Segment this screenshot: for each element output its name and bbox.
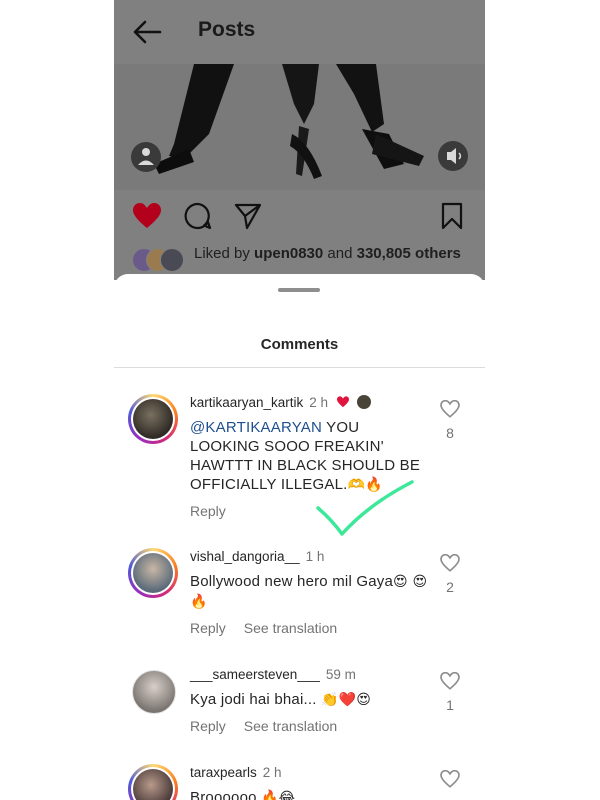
liked-by-username[interactable]: upen0830 xyxy=(254,245,323,262)
comment-actions: Reply See translation xyxy=(190,718,430,734)
comment-time: 2 h xyxy=(309,395,329,410)
comment-like xyxy=(436,769,464,793)
heart-outline-icon[interactable] xyxy=(440,399,460,418)
comment-time: 1 h xyxy=(305,549,325,564)
mention-link[interactable]: @KARTIKAARYAN xyxy=(190,419,322,436)
creator-liked-heart-icon xyxy=(336,396,349,408)
like-count: 2 xyxy=(446,579,454,595)
phone-screen: Posts Liked by upen0830 and 330,805 othe… xyxy=(114,0,485,800)
drag-handle[interactable] xyxy=(278,288,320,292)
comment-time: 2 h xyxy=(262,765,282,780)
avatar[interactable] xyxy=(128,394,178,444)
avatar[interactable] xyxy=(128,548,178,598)
heart-filled-icon[interactable] xyxy=(132,202,162,230)
comment-meta: vishal_dangoria__ 1 h xyxy=(190,548,430,566)
comment-emoji: 🔥😂 xyxy=(261,790,296,800)
liker-avatars xyxy=(132,248,188,272)
heart-outline-icon[interactable] xyxy=(440,671,460,690)
comment-icon[interactable] xyxy=(184,202,212,230)
share-icon[interactable] xyxy=(234,202,262,230)
heart-outline-icon[interactable] xyxy=(440,553,460,572)
comments-sheet: Comments kartikaaryan_kartik 2 h @KARTIKA… xyxy=(114,274,485,800)
comment-text: Broooooo 🔥😂 xyxy=(190,788,430,800)
reply-button[interactable]: Reply xyxy=(190,503,226,519)
see-translation-button[interactable]: See translation xyxy=(244,620,337,636)
comment-meta: ___sameersteven___ 59 m xyxy=(190,666,430,684)
like-count: 1 xyxy=(446,697,454,713)
divider xyxy=(114,367,485,368)
see-translation-button[interactable]: See translation xyxy=(244,718,337,734)
check-mark-annotation xyxy=(316,480,414,536)
reply-button[interactable]: Reply xyxy=(190,718,226,734)
comment-username[interactable]: taraxpearls xyxy=(190,765,257,780)
comment-username[interactable]: kartikaaryan_kartik xyxy=(190,395,303,410)
like-count: 8 xyxy=(446,425,454,441)
comment-meta: kartikaaryan_kartik 2 h xyxy=(190,394,430,412)
likes-text: Liked by upen0830 and 330,805 others xyxy=(194,245,461,262)
comment-username[interactable]: vishal_dangoria__ xyxy=(190,549,300,564)
reply-button[interactable]: Reply xyxy=(190,620,226,636)
avatar[interactable] xyxy=(128,764,178,800)
page-title: Posts xyxy=(198,18,256,41)
comment-text: Bollywood new hero mil Gaya😍 😍🔥 xyxy=(190,573,428,610)
comment-body: ___sameersteven___ 59 m Kya jodi hai bhai… xyxy=(190,666,430,734)
bookmark-icon[interactable] xyxy=(440,202,464,230)
comment-like: 2 xyxy=(436,553,464,595)
comment-body: taraxpearls 2 h Broooooo 🔥😂 xyxy=(190,764,430,800)
comment-actions: Reply See translation xyxy=(190,620,430,636)
comment-like: 8 xyxy=(436,399,464,441)
likes-count[interactable]: 330,805 xyxy=(357,245,411,262)
comment-username[interactable]: ___sameersteven___ xyxy=(190,667,320,682)
post-action-bar: Liked by upen0830 and 330,805 others xyxy=(114,190,485,280)
heart-outline-icon[interactable] xyxy=(440,769,460,788)
sheet-title: Comments xyxy=(260,336,339,353)
back-arrow-icon[interactable] xyxy=(132,18,162,46)
comment-time: 59 m xyxy=(325,667,356,682)
comment-text: Kya jodi hai bhai... 👏❤️😍 xyxy=(190,691,372,708)
comment-emoji: 👏❤️😍 xyxy=(320,692,372,708)
post-photo xyxy=(114,64,485,190)
user-tag-icon-bg xyxy=(131,142,161,172)
creator-avatar-icon xyxy=(356,395,371,409)
comment-meta: taraxpearls 2 h xyxy=(190,764,430,782)
comment-body: vishal_dangoria__ 1 h Bollywood new hero … xyxy=(190,548,430,636)
comment-like: 1 xyxy=(436,671,464,713)
post-header: Posts xyxy=(114,0,485,64)
post-image[interactable] xyxy=(114,64,485,190)
avatar[interactable] xyxy=(128,666,178,716)
